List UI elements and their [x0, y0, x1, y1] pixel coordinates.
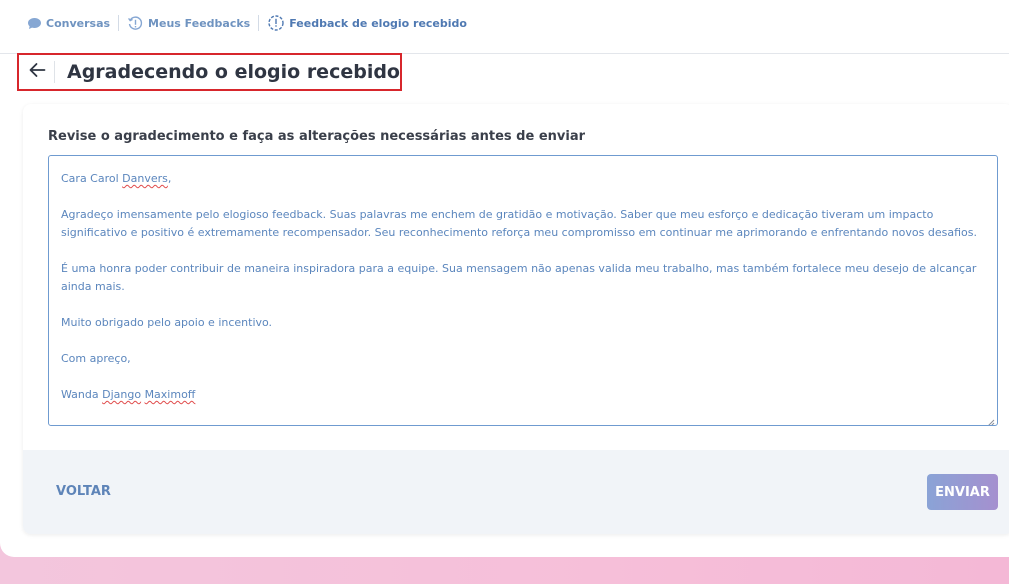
signature-first: Wanda [61, 388, 103, 401]
resize-handle-icon[interactable] [987, 415, 995, 425]
send-button[interactable]: ENVIAR [927, 474, 998, 510]
page-header: Agradecendo o elogio recebido [17, 53, 402, 91]
breadcrumb-separator [118, 15, 120, 31]
breadcrumb-separator [258, 15, 260, 31]
history-alert-icon [127, 15, 144, 32]
message-paragraph: Agradeço imensamente pelo elogioso feedb… [61, 208, 977, 239]
form-instruction: Revise o agradecimento e faça as alteraç… [48, 129, 586, 144]
alert-badge-icon [267, 14, 285, 32]
breadcrumb-label: Meus Feedbacks [148, 16, 251, 30]
message-greeting: Cara Carol Danvers, [61, 170, 985, 188]
breadcrumb-label: Feedback de elogio recebido [289, 16, 467, 30]
message-closing: Com apreço, [61, 352, 131, 365]
page-title: Agradecendo o elogio recebido [66, 61, 400, 83]
message-signature: Wanda Django Maximoff [61, 386, 985, 404]
app-window: Conversas Meus Feedbacks Feedback de elo… [0, 0, 1009, 557]
back-button[interactable] [19, 55, 54, 89]
back-link-button[interactable]: VOLTAR [56, 484, 111, 499]
arrow-left-icon [28, 62, 46, 82]
breadcrumb-label: Conversas [46, 16, 111, 30]
form-footer: VOLTAR ENVIAR [23, 450, 1009, 534]
title-divider [54, 61, 55, 83]
greeting-name: Danvers [122, 172, 168, 185]
greeting-prefix: Cara Carol [61, 172, 123, 185]
message-paragraph: Muito obrigado pelo apoio e incentivo. [61, 316, 273, 329]
signature-last: Maximoff [144, 388, 196, 401]
thank-you-form-card: Revise o agradecimento e faça as alteraç… [23, 104, 1009, 534]
greeting-suffix: , [167, 172, 172, 185]
chat-bubble-icon [27, 17, 42, 30]
message-textarea[interactable]: Cara Carol Danvers, Agradeço imensamente… [48, 155, 998, 426]
signature-middle: Django [102, 388, 142, 401]
breadcrumb-meus-feedbacks[interactable]: Meus Feedbacks [127, 15, 250, 32]
breadcrumb-conversas[interactable]: Conversas [27, 17, 110, 30]
breadcrumb-feedback-elogio[interactable]: Feedback de elogio recebido [267, 14, 467, 32]
message-paragraph: É uma honra poder contribuir de maneira … [61, 262, 977, 293]
breadcrumb: Conversas Meus Feedbacks Feedback de elo… [27, 14, 467, 32]
